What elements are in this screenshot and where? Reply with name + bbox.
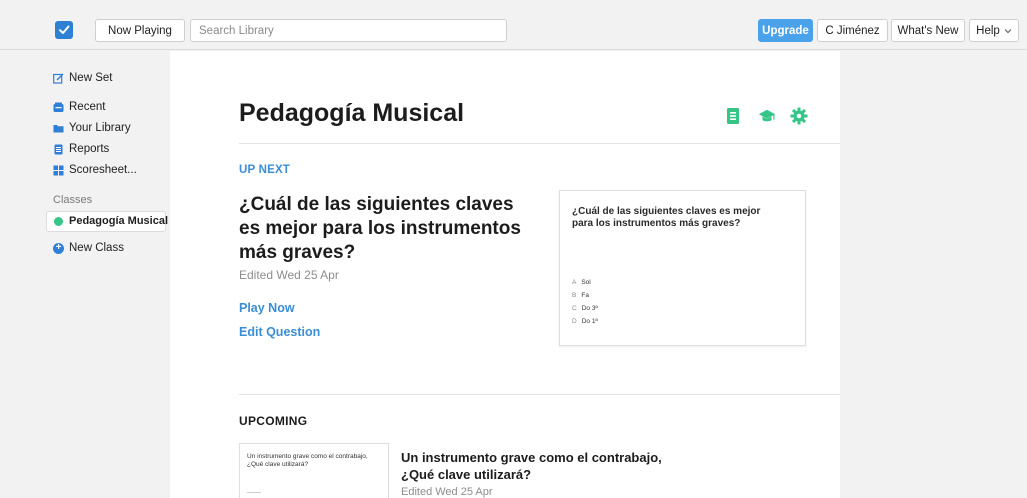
divider [239, 394, 840, 395]
folder-icon [53, 123, 64, 134]
thumbnail-question: Un instrumento grave como el contrabajo,… [247, 453, 368, 468]
user-button[interactable]: C Jiménez [817, 19, 888, 42]
upcoming-thumbnail[interactable]: Un instrumento grave como el contrabajo,… [239, 443, 389, 498]
sidebar-item-class-active[interactable]: Pedagogía Musical [53, 215, 168, 227]
sidebar-item-new-class[interactable]: + New Class [53, 242, 124, 254]
page-title: Pedagogía Musical [239, 99, 465, 127]
classes-heading: Classes [53, 194, 93, 206]
sidebar-item-label: Recent [69, 101, 106, 113]
class-actions [726, 107, 808, 125]
sidebar-item-library[interactable]: Your Library [53, 122, 131, 134]
chevron-down-icon [1004, 28, 1012, 33]
sidebar-item-reports[interactable]: Reports [53, 143, 109, 155]
sidebar-item-label: Your Library [69, 122, 131, 134]
recent-icon [53, 102, 64, 113]
class-dot-icon [53, 216, 64, 227]
plus-circle-icon: + [53, 242, 64, 254]
question-preview-card[interactable]: ¿Cuál de las siguientes claves es mejor … [559, 190, 806, 346]
preview-option: A Sol [572, 279, 591, 286]
gear-icon[interactable] [790, 107, 808, 125]
edit-question-link[interactable]: Edit Question [239, 325, 320, 339]
question-title: ¿Cuál de las siguientes claves es mejor … [239, 194, 521, 263]
report-icon[interactable] [726, 107, 744, 125]
grid-icon [53, 165, 64, 176]
preview-question: ¿Cuál de las siguientes claves es mejor … [572, 206, 761, 229]
upcoming-title[interactable]: Un instrumento grave como el contrabajo,… [401, 449, 691, 483]
sidebar-item-label: New Set [69, 72, 113, 84]
preview-option: D Do 1ª [572, 318, 598, 325]
sidebar-item-scoresheet[interactable]: Scoresheet... [53, 164, 137, 176]
help-button[interactable]: Help [969, 19, 1019, 42]
sidebar-item-label: Reports [69, 143, 110, 155]
sidebar: New Set Recent Your Library Reports Scor… [0, 51, 170, 498]
now-playing-button[interactable]: Now Playing [95, 19, 185, 42]
sidebar-item-new-set[interactable]: New Set [53, 72, 112, 84]
question-edited: Edited Wed 25 Apr [239, 268, 339, 282]
help-label: Help [976, 24, 1000, 37]
preview-option: B Fa [572, 292, 589, 299]
graduation-cap-icon[interactable] [758, 107, 776, 125]
edit-icon [53, 73, 64, 84]
up-next-label: UP NEXT [239, 164, 291, 176]
top-bar: Now Playing Upgrade C Jiménez What's New… [0, 12, 1027, 50]
sidebar-item-label: New Class [69, 242, 124, 254]
upcoming-label: UPCOMING [239, 414, 308, 428]
sidebar-item-label: Pedagogía Musical [69, 215, 169, 227]
main-panel: Pedagogía Musical UP NEXT ¿Cuál de las s… [170, 51, 840, 498]
thumbnail-placeholder [247, 492, 261, 493]
upcoming-edited: Edited Wed 25 Apr [401, 486, 493, 498]
search-input[interactable] [190, 19, 507, 42]
sidebar-item-label: Scoresheet... [69, 164, 137, 176]
whats-new-button[interactable]: What's New [891, 19, 965, 42]
app-logo-check-icon[interactable] [55, 21, 73, 39]
upgrade-button[interactable]: Upgrade [758, 19, 813, 42]
divider [239, 143, 840, 144]
preview-option: C Do 3ª [572, 305, 598, 312]
sidebar-item-recent[interactable]: Recent [53, 101, 105, 113]
reports-icon [53, 144, 64, 155]
play-now-link[interactable]: Play Now [239, 301, 295, 315]
